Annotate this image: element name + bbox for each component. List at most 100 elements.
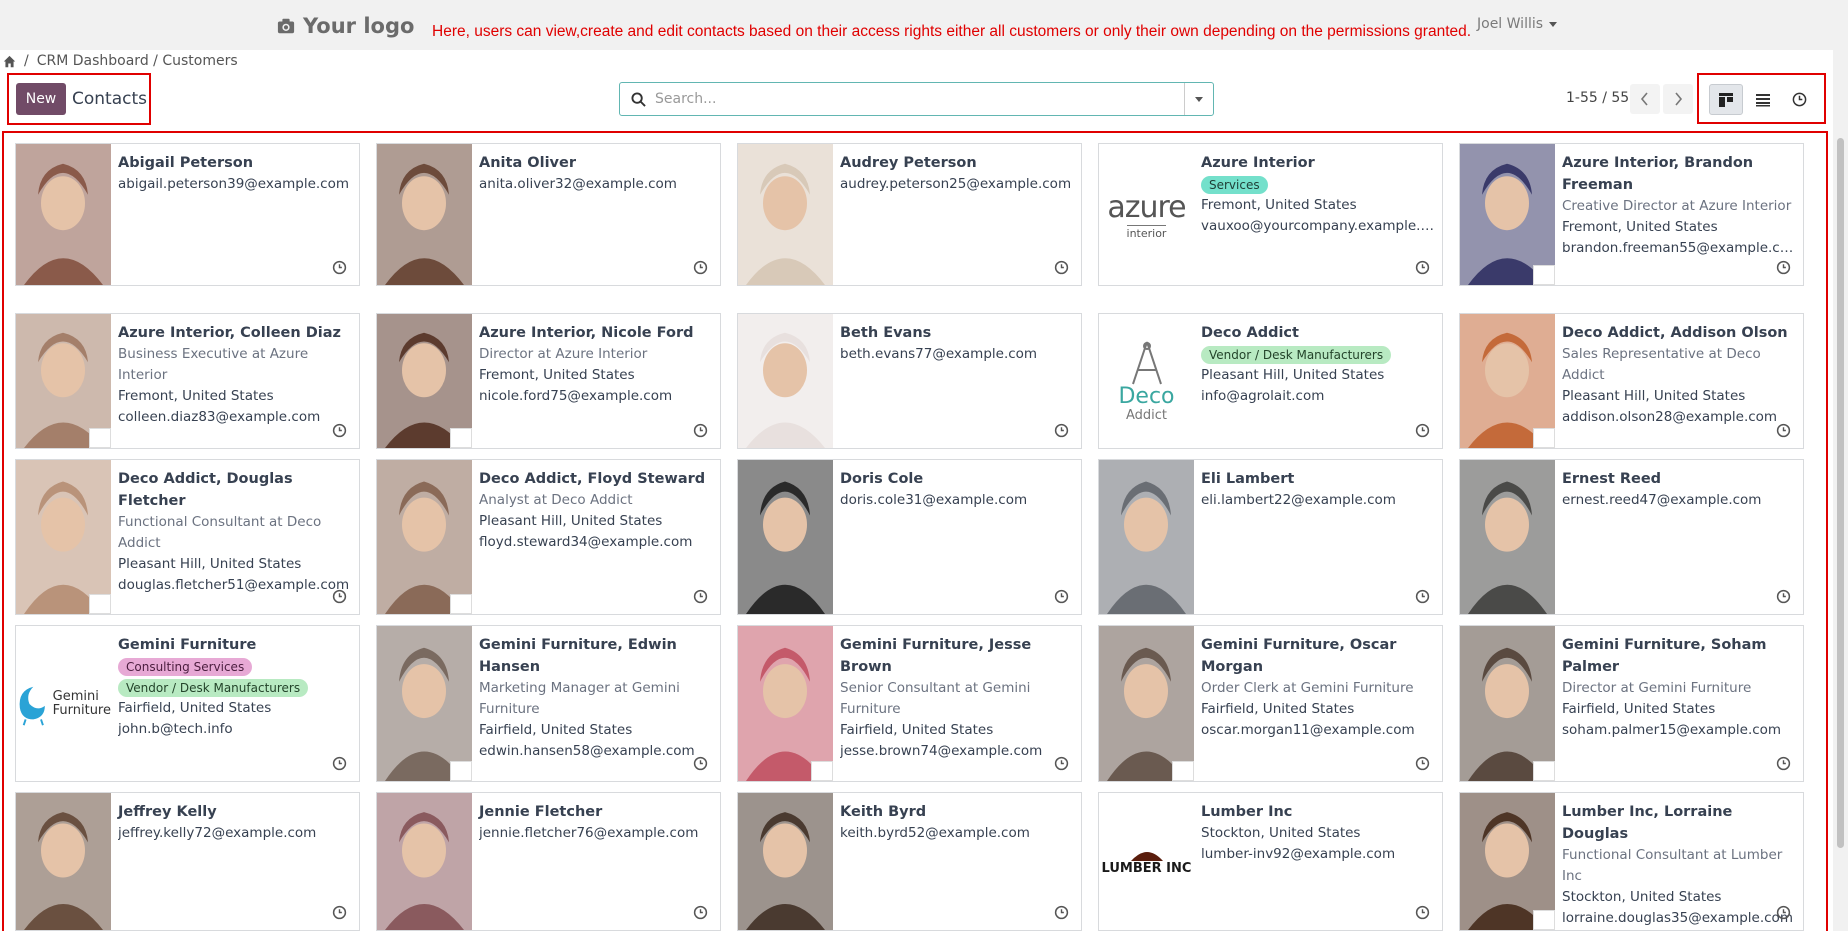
contact-card[interactable]: Anita Oliver anita.oliver32@example.com [376,143,721,286]
contact-card[interactable]: Ernest Reed ernest.reed47@example.com [1459,459,1804,615]
activity-clock-icon[interactable] [693,589,708,604]
activity-clock-icon[interactable] [693,756,708,771]
contact-card[interactable]: Beth Evans beth.evans77@example.com [737,313,1082,449]
activity-clock-icon[interactable] [1776,423,1791,438]
activity-clock-icon[interactable] [1415,589,1430,604]
contact-name: Lumber Inc, Lorraine Douglas [1562,804,1733,842]
activity-clock-icon[interactable] [1415,905,1430,920]
company-badge-icon [1533,265,1555,285]
camera-icon [277,18,295,34]
activity-clock-icon[interactable] [693,905,708,920]
activity-clock-icon[interactable] [332,589,347,604]
contact-name: Azure Interior, Brandon Freeman [1562,155,1754,193]
contact-photo [1460,793,1555,930]
kanban-view-button[interactable] [1709,84,1743,115]
contact-location: Fairfield, United States [118,700,272,716]
contact-card[interactable]: Gemini Furniture, Edwin Hansen Marketing … [376,625,721,782]
contact-card[interactable]: Keith Byrd keith.byrd52@example.com [737,792,1082,931]
activity-clock-icon[interactable] [1776,260,1791,275]
scrollbar[interactable] [1833,0,1848,931]
contact-card[interactable]: Azure Interior, Brandon Freeman Creative … [1459,143,1804,286]
contact-card[interactable]: Gemini Furniture, Soham Palmer Director a… [1459,625,1804,782]
contact-email: keith.byrd52@example.com [840,825,1030,841]
activity-clock-icon[interactable] [1054,589,1069,604]
contact-email: brandon.freeman55@example.com [1562,240,1797,256]
contact-function: Director at Azure Interior [479,346,648,362]
contact-card[interactable]: Abigail Peterson abigail.peterson39@examp… [15,143,360,286]
contact-photo [1460,314,1555,448]
activity-clock-icon[interactable] [1415,756,1430,771]
home-icon[interactable] [3,55,16,68]
search-input[interactable] [653,86,1153,112]
activity-clock-icon[interactable] [1776,905,1791,920]
activity-view-button[interactable] [1782,84,1816,115]
activity-clock-icon[interactable] [1415,260,1430,275]
activity-clock-icon[interactable] [332,423,347,438]
contact-photo [1460,460,1555,614]
contact-email: lumber-inv92@example.com [1201,846,1396,862]
contact-email: soham.palmer15@example.com [1562,722,1782,738]
kanban-icon [1719,92,1733,107]
new-button[interactable]: New [16,83,66,115]
annotation-text: Here, users can view,create and edit con… [432,23,1472,40]
contact-email: beth.evans77@example.com [840,346,1038,362]
activity-clock-icon[interactable] [1054,423,1069,438]
contact-email: audrey.peterson25@example.com [840,176,1072,192]
contact-email: ernest.reed47@example.com [1562,492,1762,508]
contact-photo [377,314,472,448]
breadcrumb-path[interactable]: CRM Dashboard / Customers [37,53,238,69]
company-badge-icon [811,761,833,781]
activity-clock-icon[interactable] [1054,260,1069,275]
company-badge-icon [450,428,472,448]
activity-clock-icon[interactable] [1054,905,1069,920]
activity-clock-icon[interactable] [1054,756,1069,771]
list-view-button[interactable] [1746,84,1780,115]
activity-clock-icon[interactable] [693,423,708,438]
contact-card[interactable]: Azure Interior, Colleen Diaz Business Exe… [15,313,360,449]
contact-name: Jeffrey Kelly [118,804,217,820]
activity-clock-icon[interactable] [1415,423,1430,438]
contact-name: Deco Addict, Addison Olson [1562,325,1788,341]
contact-card[interactable]: Deco Addict, Douglas Fletcher Functional … [15,459,360,615]
activity-clock-icon[interactable] [332,756,347,771]
contact-card[interactable]: azure interior Azure Interior Services Fremo… [1098,143,1443,286]
search-icon [631,92,646,107]
company-badge-icon [1533,428,1555,448]
contact-card[interactable]: Gemini Furniture, Oscar Morgan Order Cler… [1098,625,1443,782]
contact-card[interactable]: Deco Addict, Floyd Steward Analyst at Dec… [376,459,721,615]
contact-email: addison.olson28@example.com [1562,409,1778,425]
page-title: Contacts [72,89,147,109]
contact-card[interactable]: LUMBER INC Lumber Inc Stockton, United Sta… [1098,792,1443,931]
scrollbar-thumb[interactable] [1837,138,1844,848]
activity-clock-icon[interactable] [1776,589,1791,604]
contact-name: Abigail Peterson [118,155,254,171]
activity-clock-icon[interactable] [332,260,347,275]
search-options-toggle[interactable] [1184,83,1213,115]
activity-clock-icon[interactable] [1776,756,1791,771]
contact-card[interactable]: Jeffrey Kelly jeffrey.kelly72@example.com [15,792,360,931]
contact-card[interactable]: Deco Addict, Addison Olson Sales Represen… [1459,313,1804,449]
contact-email: lorraine.douglas35@example.com [1562,910,1793,926]
contact-card[interactable]: Gemini Furniture Gemini Furniture Consultin… [15,625,360,782]
contact-card[interactable]: Azure Interior, Nicole Ford Director at A… [376,313,721,449]
contact-card[interactable]: Lumber Inc, Lorraine Douglas Functional C… [1459,792,1804,931]
contact-card[interactable]: Jennie Fletcher jennie.fletcher76@example… [376,792,721,931]
user-name: Joel Willis [1477,16,1544,32]
contact-card[interactable]: Doris Cole doris.cole31@example.com [737,459,1082,615]
list-icon [1756,93,1770,106]
activity-clock-icon[interactable] [693,260,708,275]
company-logo[interactable]: Your logo [277,14,414,38]
activity-clock-icon[interactable] [332,905,347,920]
pager-next-button[interactable] [1663,84,1693,114]
contact-location: Fairfield, United States [840,722,994,738]
contact-email: oscar.morgan11@example.com [1201,722,1415,738]
contact-card[interactable]: Eli Lambert eli.lambert22@example.com [1098,459,1443,615]
contact-photo [377,460,472,614]
contact-card[interactable]: Audrey Peterson audrey.peterson25@example… [737,143,1082,286]
pager-value[interactable]: 1-55 / 55 [1566,90,1629,106]
contact-function: Sales Representative at Deco Addict [1562,346,1761,383]
user-menu[interactable]: Joel Willis [1477,16,1558,32]
contact-card[interactable]: Deco Addict Deco Addict Vendor / Desk Manuf… [1098,313,1443,449]
pager-previous-button[interactable] [1630,84,1660,114]
contact-card[interactable]: Gemini Furniture, Jesse Brown Senior Cons… [737,625,1082,782]
